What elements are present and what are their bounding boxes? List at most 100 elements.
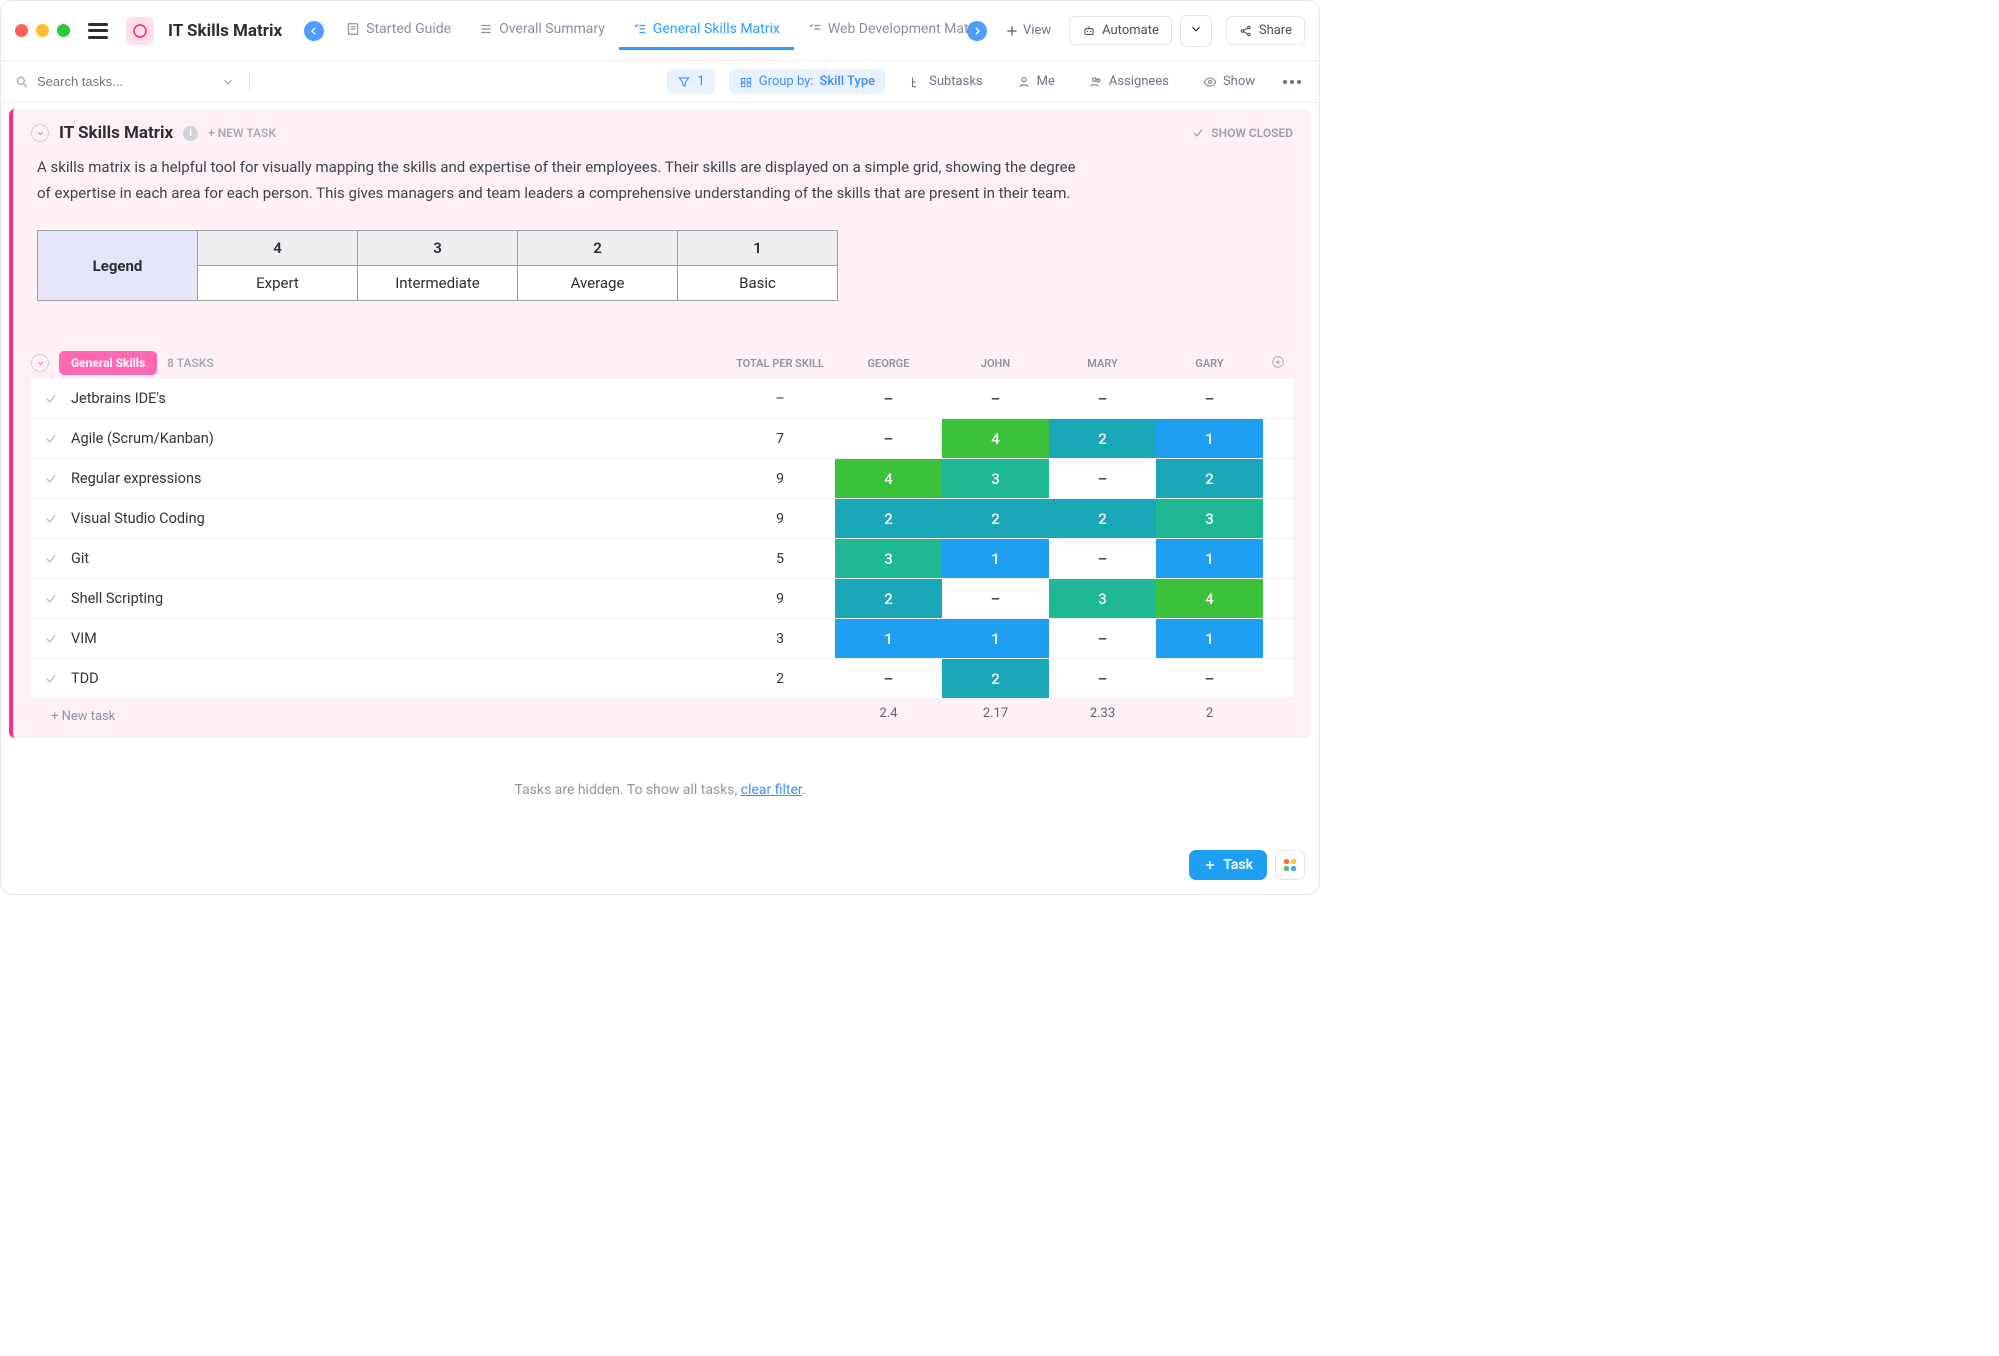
column-gary[interactable]: GARY [1156, 357, 1263, 370]
apps-button[interactable] [1275, 850, 1305, 880]
window-controls[interactable] [15, 24, 70, 37]
skill-cell[interactable]: 1 [942, 619, 1049, 658]
skill-cell[interactable]: 4 [1156, 579, 1263, 618]
tab-overall-summary[interactable]: Overall Summary [465, 11, 619, 50]
table-row[interactable]: Git 5 31–1 [31, 539, 1293, 579]
skill-cell[interactable]: 4 [942, 419, 1049, 458]
search-box[interactable] [15, 74, 235, 89]
task-name[interactable]: TDD [71, 659, 725, 698]
skill-cell[interactable]: 2 [835, 499, 942, 538]
total-cell[interactable]: 5 [725, 539, 835, 578]
skill-cell[interactable]: – [1049, 459, 1156, 498]
total-cell[interactable]: – [725, 379, 835, 418]
task-name[interactable]: Visual Studio Coding [71, 499, 725, 538]
skill-cell[interactable]: 1 [1156, 539, 1263, 578]
table-row[interactable]: Shell Scripting 9 2–34 [31, 579, 1293, 619]
total-cell[interactable]: 2 [725, 659, 835, 698]
close-window[interactable] [15, 24, 28, 37]
hamburger-menu-icon[interactable] [88, 23, 108, 39]
table-row[interactable]: Jetbrains IDE's – –––– [31, 379, 1293, 419]
skill-cell[interactable]: 2 [942, 499, 1049, 538]
automate-button[interactable]: Automate [1069, 16, 1172, 45]
skill-cell[interactable]: 2 [1156, 459, 1263, 498]
task-name[interactable]: VIM [71, 619, 725, 658]
subtasks-button[interactable]: Subtasks [899, 69, 993, 94]
skill-cell[interactable]: – [942, 579, 1049, 618]
add-column-button[interactable] [1263, 353, 1293, 374]
skill-cell[interactable]: – [835, 419, 942, 458]
status-check-icon[interactable] [31, 659, 71, 698]
status-check-icon[interactable] [31, 379, 71, 418]
more-menu[interactable] [1279, 76, 1305, 88]
workspace-logo[interactable] [126, 17, 154, 45]
skill-cell[interactable]: 2 [1049, 499, 1156, 538]
skill-cell[interactable]: – [1049, 539, 1156, 578]
skill-cell[interactable]: – [835, 659, 942, 698]
skill-cell[interactable]: 2 [835, 579, 942, 618]
table-row[interactable]: Regular expressions 9 43–2 [31, 459, 1293, 499]
search-input[interactable] [37, 74, 197, 89]
skill-cell[interactable]: 1 [835, 619, 942, 658]
total-cell[interactable]: 9 [725, 579, 835, 618]
collapse-group[interactable] [31, 354, 49, 372]
show-button[interactable]: Show [1193, 69, 1265, 94]
task-name[interactable]: Agile (Scrum/Kanban) [71, 419, 725, 458]
skill-cell[interactable]: 2 [1049, 419, 1156, 458]
column-george[interactable]: GEORGE [835, 357, 942, 370]
skill-cell[interactable]: – [1156, 659, 1263, 698]
add-view-button[interactable]: View [995, 17, 1061, 44]
collapse-panel[interactable] [31, 124, 49, 142]
table-row[interactable]: Visual Studio Coding 9 2223 [31, 499, 1293, 539]
skill-cell[interactable]: 3 [1156, 499, 1263, 538]
task-name[interactable]: Jetbrains IDE's [71, 379, 725, 418]
skill-cell[interactable]: – [942, 379, 1049, 418]
chevron-down-icon[interactable] [221, 75, 235, 89]
column-john[interactable]: JOHN [942, 357, 1049, 370]
column-mary[interactable]: MARY [1049, 357, 1156, 370]
clear-filter-link[interactable]: clear filter [741, 782, 802, 798]
tabs-scroll-right[interactable] [967, 21, 987, 41]
group-by-pill[interactable]: Group by: Skill Type [729, 69, 885, 94]
skill-cell[interactable]: 4 [835, 459, 942, 498]
status-check-icon[interactable] [31, 619, 71, 658]
skill-cell[interactable]: 1 [1156, 619, 1263, 658]
assignees-button[interactable]: Assignees [1079, 69, 1179, 94]
task-name[interactable]: Shell Scripting [71, 579, 725, 618]
task-name[interactable]: Git [71, 539, 725, 578]
skill-cell[interactable]: 3 [1049, 579, 1156, 618]
filter-pill[interactable]: 1 [667, 69, 714, 94]
show-closed-button[interactable]: SHOW CLOSED [1191, 126, 1293, 140]
new-task-row[interactable]: + New task [31, 699, 115, 728]
total-cell[interactable]: 9 [725, 499, 835, 538]
total-cell[interactable]: 7 [725, 419, 835, 458]
skill-cell[interactable]: – [1156, 379, 1263, 418]
create-task-button[interactable]: Task [1189, 850, 1267, 880]
status-check-icon[interactable] [31, 499, 71, 538]
skill-cell[interactable]: 1 [1156, 419, 1263, 458]
info-icon[interactable]: i [183, 126, 198, 141]
automate-dropdown[interactable] [1180, 15, 1212, 47]
tab-started-guide[interactable]: Started Guide [332, 11, 465, 50]
skill-cell[interactable]: 2 [942, 659, 1049, 698]
skill-cell[interactable]: 3 [942, 459, 1049, 498]
total-cell[interactable]: 9 [725, 459, 835, 498]
total-cell[interactable]: 3 [725, 619, 835, 658]
skill-cell[interactable]: 3 [835, 539, 942, 578]
me-button[interactable]: Me [1007, 69, 1065, 94]
table-row[interactable]: Agile (Scrum/Kanban) 7 –421 [31, 419, 1293, 459]
status-check-icon[interactable] [31, 579, 71, 618]
table-row[interactable]: VIM 3 11–1 [31, 619, 1293, 659]
maximize-window[interactable] [57, 24, 70, 37]
status-check-icon[interactable] [31, 459, 71, 498]
status-check-icon[interactable] [31, 539, 71, 578]
tabs-scroll-left[interactable] [304, 21, 324, 41]
share-button[interactable]: Share [1226, 16, 1305, 45]
new-task-button[interactable]: + NEW TASK [208, 126, 276, 140]
skill-cell[interactable]: – [835, 379, 942, 418]
column-total[interactable]: TOTAL PER SKILL [725, 357, 835, 370]
skill-cell[interactable]: 1 [942, 539, 1049, 578]
skill-cell[interactable]: – [1049, 659, 1156, 698]
tab-general-skills-matrix[interactable]: General Skills Matrix [619, 11, 794, 50]
table-row[interactable]: TDD 2 –2–– [31, 659, 1293, 699]
minimize-window[interactable] [36, 24, 49, 37]
